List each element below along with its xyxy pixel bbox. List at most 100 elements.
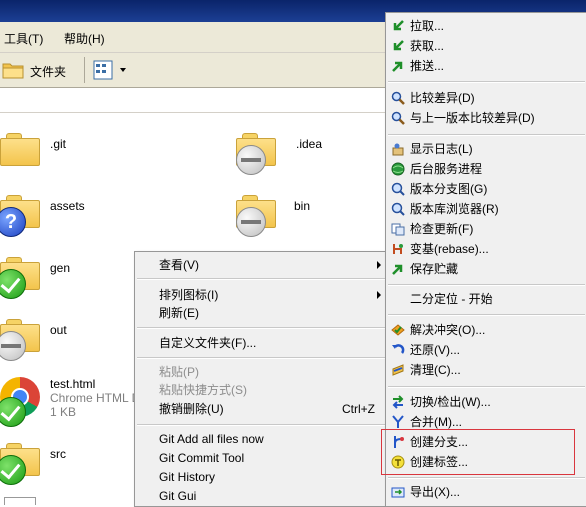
file-name: out [50,323,67,337]
fetch-icon [393,40,404,51]
views-button[interactable] [90,58,130,82]
pull-icon [393,20,404,31]
menu-separator [137,424,385,426]
menu-item-label: 拉取... [410,19,445,33]
menu-item-label: 获取... [410,39,445,53]
file-item[interactable] [0,497,130,505]
menu-item-label: 版本分支图(G) [410,182,488,196]
submenu-arrow-icon [377,291,381,299]
menu-separator [388,314,585,316]
switch-icon [392,395,404,409]
menu-help[interactable]: 帮助(H) [64,30,105,47]
file-item[interactable]: test.html Chrome HTML D 1 KB [0,373,140,429]
menu-item-diff[interactable]: 比较差异(D) [386,88,586,108]
menu-item-pull[interactable]: 拉取... [386,16,586,36]
folders-button[interactable]: 文件夹 [0,59,78,81]
menu-item-label: 粘贴快捷方式(S) [159,383,247,397]
menu-item-repo-browser[interactable]: 版本库浏览器(R) [386,199,586,219]
normal-overlay-icon [0,397,26,427]
menu-item-git-commit[interactable]: Git Commit Tool [135,448,387,468]
menu-separator [388,81,585,83]
menu-separator [137,357,385,359]
unversioned-overlay-icon [236,145,266,175]
menu-item-push[interactable]: 推送... [386,56,586,76]
menu-item-undo-delete[interactable]: 撤销删除(U) Ctrl+Z [135,399,387,419]
menu-item-label: Git Gui [159,489,197,503]
menu-item-label: 查看(V) [159,258,199,272]
menu-item-label: 清理(C)... [410,363,461,377]
menu-item-daemon[interactable]: 后台服务进程 [386,159,586,179]
menu-item-label: 与上一版本比较差异(D) [410,111,535,125]
toolbar-divider [84,57,85,83]
normal-overlay-icon [0,455,26,485]
magnifier-icon [391,91,405,105]
menu-item-switch-checkout[interactable]: 切换/检出(W)... [386,392,586,412]
menu-item-label: 自定义文件夹(F)... [159,336,257,350]
menu-item-view[interactable]: 查看(V) [135,255,387,275]
menu-separator [388,134,585,136]
globe-icon [391,162,405,176]
revert-icon [392,344,405,354]
rebase-icon [393,244,403,254]
file-item[interactable]: ? assets [0,189,220,239]
log-icon [392,143,404,156]
menu-item-label: 检查更新(F) [410,222,474,236]
merge-icon [392,415,404,428]
menu-item-label: 导出(X)... [410,485,460,499]
push-icon [392,61,403,72]
menu-item-label: Git History [159,470,216,484]
file-name: assets [50,199,85,213]
menu-item-diff-previous[interactable]: 与上一版本比较差异(D) [386,108,586,128]
file-name: bin [294,199,311,213]
menu-item-git-gui[interactable]: Git Gui [135,486,387,506]
repo-browser-icon [391,202,405,216]
menu-item-label: 版本库浏览器(R) [410,202,499,216]
menu-item-label: 变基(rebase)... [410,242,489,256]
menu-item-revision-graph[interactable]: 版本分支图(G) [386,179,586,199]
file-item[interactable]: src [0,437,130,487]
views-icon [93,60,113,80]
added-overlay-icon: ? [0,207,26,237]
normal-overlay-icon [0,269,26,299]
file-item[interactable]: gen [0,251,130,301]
menu-item-stash[interactable]: 保存贮藏 [386,259,586,279]
file-item[interactable]: .git [0,127,220,177]
menu-item-cleanup[interactable]: 清理(C)... [386,360,586,380]
menu-item-customize-folder[interactable]: 自定义文件夹(F)... [135,333,387,353]
file-size: 1 KB [50,405,77,419]
menu-item-fetch[interactable]: 获取... [386,36,586,56]
menu-item-label: 撤销删除(U) [159,402,224,416]
file-item[interactable]: out [0,313,130,363]
menu-item-show-log[interactable]: 显示日志(L) [386,139,586,159]
menu-item-arrange[interactable]: 排列图标(I) [135,285,387,305]
menu-item-rebase[interactable]: 变基(rebase)... [386,239,586,259]
folders-label: 文件夹 [30,65,67,79]
menu-item-resolve[interactable]: 解决冲突(O)... [386,320,586,340]
menu-item-export[interactable]: 导出(X)... [386,482,586,502]
menu-item-check-modifications[interactable]: 检查更新(F) [386,219,586,239]
menu-separator [137,327,385,329]
menu-tools[interactable]: 工具(T) [4,30,43,47]
menu-item-label: 还原(V)... [410,343,460,357]
menu-item-refresh[interactable]: 刷新(E) [135,303,387,323]
menu-item-label: 推送... [410,59,445,73]
chevron-down-icon [120,68,126,72]
magnifier-icon [391,111,405,125]
highlight-annotation-box [381,429,575,475]
file-name: .git [50,137,67,151]
export-icon [391,487,405,498]
cleanup-icon [392,364,404,376]
menu-item-git-add-all[interactable]: Git Add all files now [135,429,387,449]
menu-item-git-history[interactable]: Git History [135,467,387,487]
file-name: test.html [50,377,96,391]
menu-item-revert[interactable]: 还原(V)... [386,340,586,360]
resolve-icon [391,324,405,336]
folder-icon [2,63,24,79]
menu-item-label: 后台服务进程 [410,162,483,176]
menu-item-label: 保存贮藏 [410,262,459,276]
check-updates-icon [391,223,405,236]
menu-item-bisect-start[interactable]: 二分定位 - 开始 [386,289,586,309]
menu-item-label: 粘贴(P) [159,365,199,379]
submenu-arrow-icon [377,261,381,269]
file-name: gen [50,261,71,275]
